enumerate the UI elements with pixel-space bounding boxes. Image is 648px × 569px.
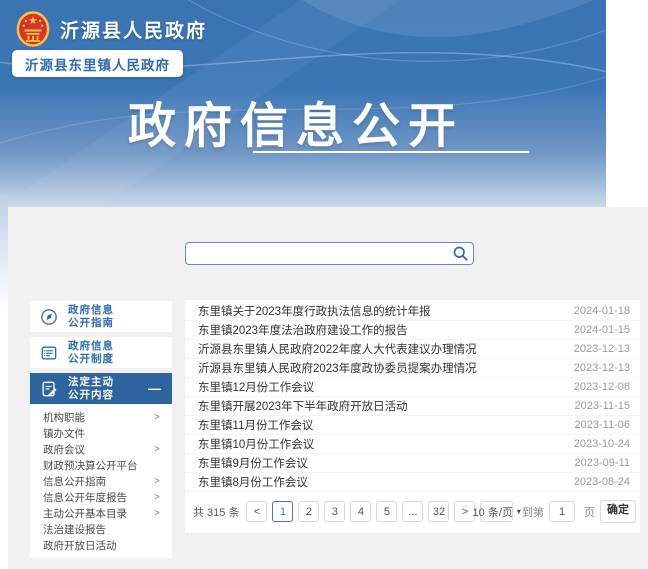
sidebar-subitem-label: 法治建设报告 bbox=[43, 522, 106, 537]
page-number-button[interactable]: 32 bbox=[428, 501, 449, 522]
document-title[interactable]: 东里镇2023年度法治政府建设工作的报告 bbox=[198, 322, 408, 338]
page-size-label: 10 条/页 bbox=[473, 504, 513, 520]
chevron-right-icon: > bbox=[154, 444, 160, 455]
document-title[interactable]: 东里镇关于2023年度行政执法信息的统计年报 bbox=[198, 303, 431, 319]
chevron-right-icon: > bbox=[154, 492, 160, 503]
sidebar-subitem-label: 镇办文件 bbox=[43, 426, 85, 441]
list-item[interactable]: 东里镇2023年度法治政府建设工作的报告 2024-01-15 bbox=[185, 321, 640, 340]
document-date: 2023-12-13 bbox=[574, 343, 630, 355]
search-input[interactable] bbox=[185, 242, 474, 265]
main-panel: 政府信息 公开指南 政府信息 公开制度 bbox=[8, 207, 648, 569]
page-number-button[interactable]: 5 bbox=[376, 501, 397, 522]
chevron-down-icon: ▾ bbox=[517, 507, 521, 516]
sidebar-subitem-label: 主动公开基本目录 bbox=[43, 506, 127, 521]
sidebar-item-disclosure-system[interactable]: 政府信息 公开制度 bbox=[30, 337, 172, 368]
list-item[interactable]: 东里镇10月份工作会议 2023-10-24 bbox=[185, 435, 640, 454]
document-title[interactable]: 东里镇9月份工作会议 bbox=[198, 455, 308, 471]
chevron-right-icon: > bbox=[154, 412, 160, 423]
document-date: 2023-10-24 bbox=[574, 438, 630, 450]
goto-page-input[interactable] bbox=[549, 501, 575, 522]
document-list-icon bbox=[39, 343, 59, 363]
national-emblem-icon bbox=[16, 10, 50, 48]
banner: 沂源县人民政府 沂源县东里镇人民政府 政府信息公开 bbox=[0, 0, 606, 207]
site-title: 沂源县人民政府 bbox=[60, 16, 207, 43]
sidebar-subitem-label: 政府开放日活动 bbox=[43, 538, 117, 553]
title-underline bbox=[253, 151, 529, 153]
page-number-button[interactable]: 2 bbox=[298, 501, 319, 522]
sidebar-subitem-label: 财政预决算公开平台 bbox=[43, 458, 138, 473]
document-date: 2023-09-11 bbox=[575, 457, 630, 469]
sidebar: 政府信息 公开指南 政府信息 公开制度 bbox=[30, 301, 172, 558]
page-size-select[interactable]: 10 条/页 ▾ bbox=[480, 501, 513, 522]
pagination: 共 315 条 < 1 2 3 4 5 ... bbox=[185, 492, 640, 525]
sidebar-subitem[interactable]: 政府会议 > bbox=[30, 441, 172, 457]
collapse-indicator[interactable]: — bbox=[148, 381, 166, 396]
document-title[interactable]: 东里镇开展2023年下半年政府开放日活动 bbox=[198, 398, 408, 414]
list-item[interactable]: 东里镇11月份工作会议 2023-11-06 bbox=[185, 416, 640, 435]
clipboard-edit-icon bbox=[39, 379, 59, 399]
document-date: 2023-11-15 bbox=[575, 400, 630, 412]
sidebar-subitem-label: 信息公开指南 bbox=[43, 474, 106, 489]
sidebar-subitem[interactable]: 信息公开指南 > bbox=[30, 473, 172, 489]
goto-prefix-label: 到第 bbox=[522, 504, 544, 520]
sidebar-subitem[interactable]: 政府开放日活动 bbox=[30, 537, 172, 553]
sub-site-link[interactable]: 沂源县东里镇人民政府 bbox=[12, 50, 183, 77]
goto-suffix-label: 页 bbox=[584, 504, 595, 520]
goto-confirm-button[interactable]: 确定 bbox=[600, 500, 636, 523]
list-item[interactable]: 东里镇9月份工作会议 2023-09-11 bbox=[185, 454, 640, 473]
document-list: 东里镇关于2023年度行政执法信息的统计年报 2024-01-18 东里镇202… bbox=[185, 302, 640, 492]
site-header: 沂源县人民政府 bbox=[16, 10, 207, 48]
sidebar-subitem-label: 信息公开年度报告 bbox=[43, 490, 127, 505]
document-title[interactable]: 东里镇11月份工作会议 bbox=[198, 417, 313, 433]
document-date: 2023-11-06 bbox=[575, 419, 630, 431]
search-box bbox=[185, 242, 474, 265]
page-number-button[interactable]: 4 bbox=[350, 501, 371, 522]
document-title[interactable]: 沂源县东里镇人民政府2022年度人大代表建议办理情况 bbox=[198, 341, 477, 357]
document-list-panel: 东里镇关于2023年度行政执法信息的统计年报 2024-01-18 东里镇202… bbox=[185, 300, 640, 533]
list-item[interactable]: 沂源县东里镇人民政府2023年度政协委员提案办理情况 2023-12-13 bbox=[185, 359, 640, 378]
sidebar-subitem-label: 机构职能 bbox=[43, 410, 85, 425]
document-title[interactable]: 东里镇10月份工作会议 bbox=[198, 436, 314, 452]
list-item[interactable]: 东里镇开展2023年下半年政府开放日活动 2023-11-15 bbox=[185, 397, 640, 416]
compass-icon bbox=[39, 307, 59, 327]
document-date: 2024-01-18 bbox=[574, 305, 630, 317]
document-date: 2023-12-08 bbox=[574, 381, 630, 393]
list-item[interactable]: 东里镇12月份工作会议 2023-12-08 bbox=[185, 378, 640, 397]
sidebar-item-label: 政府信息 公开制度 bbox=[68, 340, 114, 365]
prev-page-button[interactable]: < bbox=[246, 501, 267, 522]
document-title[interactable]: 东里镇12月份工作会议 bbox=[198, 379, 314, 395]
sidebar-item-label: 法定主动 公开内容 bbox=[68, 376, 114, 401]
sidebar-subitem[interactable]: 机构职能 > bbox=[30, 409, 172, 425]
document-title[interactable]: 东里镇8月份工作会议 bbox=[198, 474, 308, 490]
sidebar-item-disclosure-guide[interactable]: 政府信息 公开指南 bbox=[30, 301, 172, 332]
total-count: 共 315 条 bbox=[193, 504, 239, 520]
sidebar-subitem[interactable]: 镇办文件 bbox=[30, 425, 172, 441]
document-date: 2023-08-24 bbox=[574, 476, 630, 488]
document-title[interactable]: 沂源县东里镇人民政府2023年度政协委员提案办理情况 bbox=[198, 360, 477, 376]
document-date: 2024-01-15 bbox=[574, 324, 630, 336]
sidebar-submenu: 机构职能 > 镇办文件 政府会议 > 财政预决算公开平台 bbox=[30, 404, 172, 558]
chevron-right-icon: > bbox=[154, 508, 160, 519]
sidebar-subitem[interactable]: 主动公开基本目录 > bbox=[30, 505, 172, 521]
sidebar-subitem[interactable]: 财政预决算公开平台 bbox=[30, 457, 172, 473]
sidebar-item-label: 政府信息 公开指南 bbox=[68, 304, 114, 329]
page-number-button[interactable]: 1 bbox=[272, 501, 293, 522]
page-title: 政府信息公开 bbox=[128, 86, 464, 156]
list-item[interactable]: 东里镇关于2023年度行政执法信息的统计年报 2024-01-18 bbox=[185, 302, 640, 321]
page-number-button[interactable]: ... bbox=[402, 501, 423, 522]
sidebar-subitem-label: 政府会议 bbox=[43, 442, 85, 457]
document-date: 2023-12-13 bbox=[574, 362, 630, 374]
sidebar-item-statutory-disclosure[interactable]: 法定主动 公开内容 — bbox=[30, 373, 172, 404]
search-icon[interactable] bbox=[452, 245, 469, 262]
banner-left-fade bbox=[0, 195, 8, 310]
sub-site-label: 沂源县东里镇人民政府 bbox=[25, 54, 170, 74]
sidebar-subitem[interactable]: 信息公开年度报告 > bbox=[30, 489, 172, 505]
page-number-button[interactable]: 3 bbox=[324, 501, 345, 522]
sidebar-subitem[interactable]: 法治建设报告 bbox=[30, 521, 172, 537]
list-item[interactable]: 东里镇8月份工作会议 2023-08-24 bbox=[185, 473, 640, 492]
chevron-right-icon: > bbox=[154, 476, 160, 487]
list-item[interactable]: 沂源县东里镇人民政府2022年度人大代表建议办理情况 2023-12-13 bbox=[185, 340, 640, 359]
